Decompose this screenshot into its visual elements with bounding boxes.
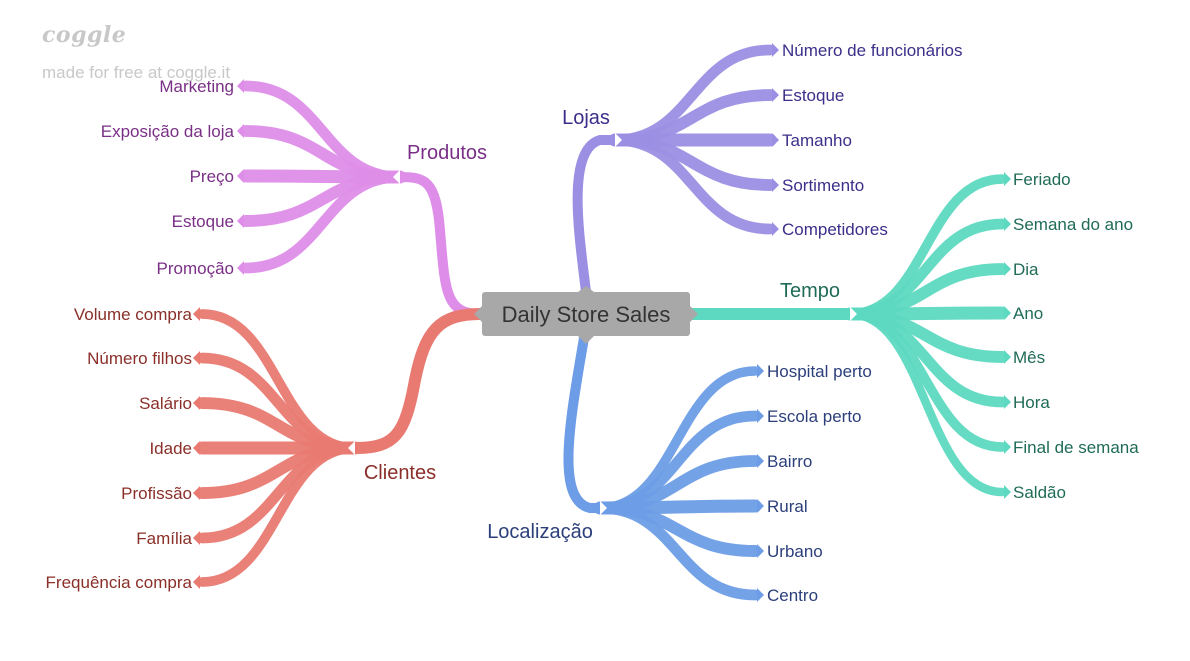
mindmap-svg: Número de funcionários Estoque Tamanho Sort… bbox=[46, 41, 1140, 605]
tempo-arrow-2 bbox=[1004, 262, 1011, 276]
clientes-arrow-2 bbox=[193, 396, 200, 410]
leaf-estoque[interactable]: Estoque bbox=[172, 212, 234, 231]
leaf-feriado[interactable]: Feriado bbox=[1013, 170, 1071, 189]
tempo-arrow-1 bbox=[1004, 217, 1011, 231]
leaf-mes[interactable]: Mês bbox=[1013, 348, 1045, 367]
leaf-centro[interactable]: Centro bbox=[767, 586, 818, 605]
tempo-arrow-3 bbox=[1004, 306, 1011, 320]
tempo-arrow-4 bbox=[1004, 350, 1011, 364]
lojas-trunk-link bbox=[572, 135, 620, 297]
tempo-arrow-7 bbox=[1004, 485, 1011, 499]
produtos-arrow-0 bbox=[237, 79, 244, 93]
center-node-label: Daily Store Sales bbox=[502, 302, 671, 327]
produtos-arrow-3 bbox=[237, 214, 244, 228]
branch-label-produtos[interactable]: Produtos bbox=[407, 142, 487, 164]
leaf-hospital-perto[interactable]: Hospital perto bbox=[767, 362, 872, 381]
coggle-logo: coggle bbox=[42, 22, 127, 48]
lojas-arrow-3 bbox=[772, 178, 779, 192]
leaf-exposicao-da-loja[interactable]: Exposição da loja bbox=[101, 122, 235, 141]
leaf-numero-filhos[interactable]: Número filhos bbox=[87, 349, 192, 368]
localizacao-arrow-0 bbox=[757, 364, 764, 378]
leaf-idade[interactable]: Idade bbox=[149, 439, 192, 458]
leaf-semana-do-ano[interactable]: Semana do ano bbox=[1013, 215, 1133, 234]
leaf-frequencia-compra[interactable]: Frequência compra bbox=[46, 573, 193, 592]
localizacao-arrow-3 bbox=[757, 499, 764, 513]
leaf-tamanho[interactable]: Tamanho bbox=[782, 131, 852, 150]
clientes-trunk-link bbox=[349, 308, 486, 454]
leaf-final-de-semana[interactable]: Final de semana bbox=[1013, 438, 1139, 457]
leaf-volume-compra[interactable]: Volume compra bbox=[74, 305, 193, 324]
tempo-arrow-5 bbox=[1004, 395, 1011, 409]
mindmap-canvas: coggle made for free at coggle.it Número… bbox=[0, 0, 1190, 656]
clientes-arrow-3 bbox=[193, 441, 200, 455]
localizacao-arrow-5 bbox=[757, 588, 764, 602]
lojas-arrow-1 bbox=[772, 88, 779, 102]
leaf-rural[interactable]: Rural bbox=[767, 497, 808, 516]
localizacao-trunk-link bbox=[563, 333, 605, 513]
leaf-urbano[interactable]: Urbano bbox=[767, 542, 823, 561]
leaf-dia[interactable]: Dia bbox=[1013, 260, 1039, 279]
leaf-bairro[interactable]: Bairro bbox=[767, 452, 812, 471]
leaf-promocao[interactable]: Promoção bbox=[157, 259, 234, 278]
leaf-familia[interactable]: Família bbox=[136, 529, 192, 548]
leaf-saldao[interactable]: Saldão bbox=[1013, 483, 1066, 502]
lojas-arrow-0 bbox=[772, 43, 779, 57]
lojas-arrow-4 bbox=[772, 222, 779, 236]
clientes-arrow-6 bbox=[193, 575, 200, 589]
watermark-text: made for free at coggle.it bbox=[42, 63, 231, 82]
branch-label-clientes[interactable]: Clientes bbox=[364, 462, 436, 484]
leaf-numero-de-funcionarios[interactable]: Número de funcionários bbox=[782, 41, 962, 60]
tempo-arrow-0 bbox=[1004, 172, 1011, 186]
leaf-competidores[interactable]: Competidores bbox=[782, 220, 888, 239]
leaf-profissao[interactable]: Profissão bbox=[121, 484, 192, 503]
leaf-salario[interactable]: Salário bbox=[139, 394, 192, 413]
clientes-arrow-5 bbox=[193, 531, 200, 545]
leaf-sortimento[interactable]: Sortimento bbox=[782, 176, 864, 195]
produtos-arrow-2 bbox=[237, 169, 244, 183]
leaf-ano[interactable]: Ano bbox=[1013, 304, 1043, 323]
leaf-estoque[interactable]: Estoque bbox=[782, 86, 844, 105]
leaf-hora[interactable]: Hora bbox=[1013, 393, 1050, 412]
localizacao-arrow-1 bbox=[757, 409, 764, 423]
branch-label-tempo[interactable]: Tempo bbox=[780, 280, 840, 302]
localizacao-arrow-2 bbox=[757, 454, 764, 468]
produtos-arrow-4 bbox=[237, 261, 244, 275]
branch-label-localizacao[interactable]: Localização bbox=[487, 521, 593, 543]
branch-label-lojas[interactable]: Lojas bbox=[562, 107, 610, 129]
center-node[interactable]: Daily Store Sales bbox=[474, 286, 698, 344]
produtos-arrow-1 bbox=[237, 124, 244, 138]
tempo-arrow-6 bbox=[1004, 440, 1011, 454]
clientes-arrow-0 bbox=[193, 307, 200, 321]
lojas-arrow-2 bbox=[772, 133, 779, 147]
localizacao-arrow-4 bbox=[757, 544, 764, 558]
leaf-preco[interactable]: Preço bbox=[190, 167, 234, 186]
produtos-trunk-link bbox=[395, 172, 485, 319]
leaf-escola-perto[interactable]: Escola perto bbox=[767, 407, 862, 426]
clientes-arrow-1 bbox=[193, 351, 200, 365]
clientes-arrow-4 bbox=[193, 486, 200, 500]
